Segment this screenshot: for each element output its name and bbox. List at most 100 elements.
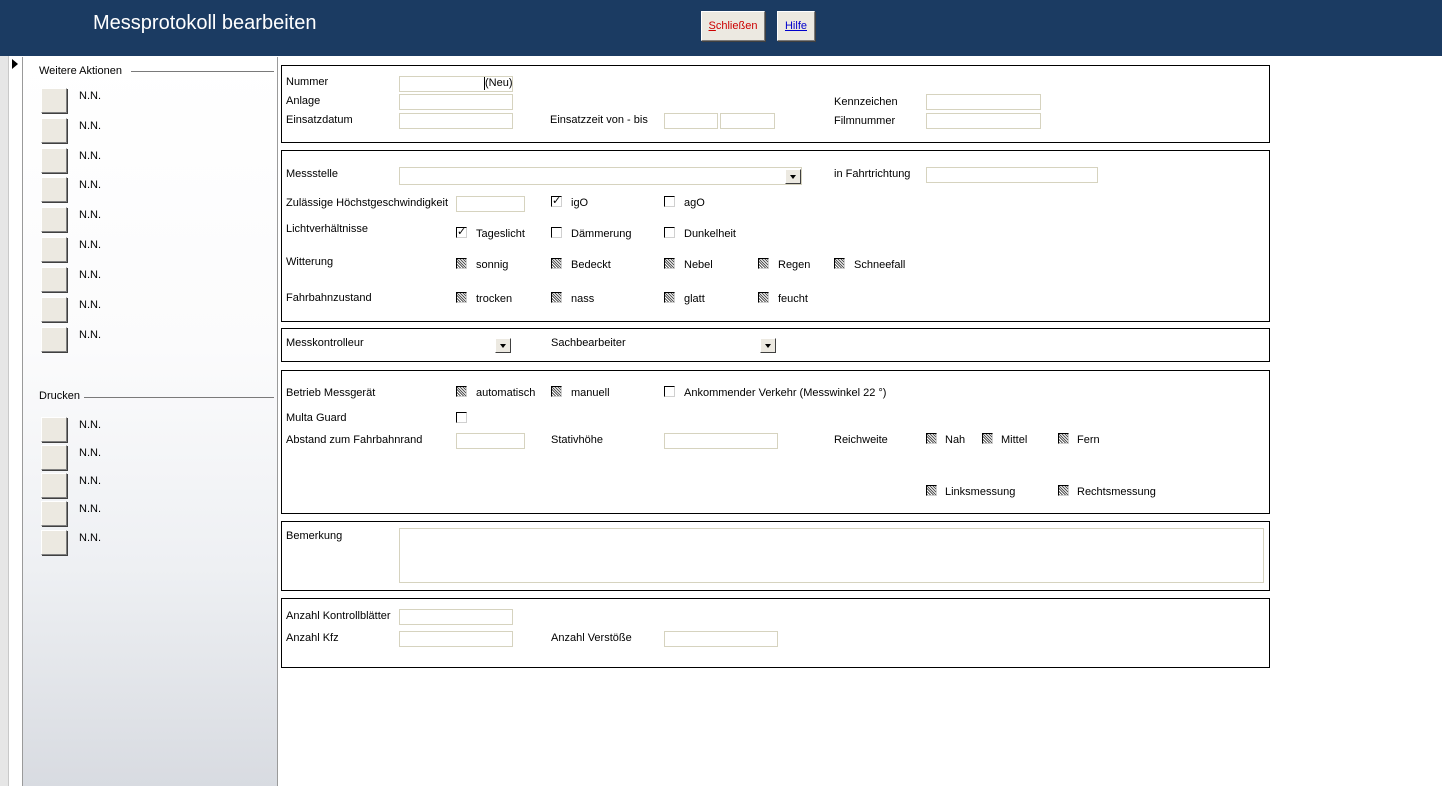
schneefall-checkbox[interactable] [834, 258, 845, 269]
aktion-button-8[interactable] [41, 297, 67, 322]
daemmerung-label: Dämmerung [571, 228, 632, 240]
kfz-field[interactable] [399, 631, 513, 647]
feucht-label: feucht [778, 293, 808, 305]
drucken-button-4[interactable] [41, 501, 67, 526]
ago-label: agO [684, 197, 705, 209]
filmnummer-field[interactable] [926, 113, 1041, 129]
trocken-checkbox[interactable] [456, 292, 467, 303]
mittel-checkbox[interactable] [982, 433, 993, 444]
bedeckt-checkbox[interactable] [551, 258, 562, 269]
aktion-label-8: N.N. [79, 299, 101, 311]
bemerkung-textarea[interactable] [399, 528, 1264, 583]
fern-checkbox[interactable] [1058, 433, 1069, 444]
drucken-button-2[interactable] [41, 445, 67, 470]
nah-checkbox[interactable] [926, 433, 937, 444]
igo-checkbox[interactable] [551, 194, 562, 207]
drucken-label-4: N.N. [79, 503, 101, 515]
schneefall-label: Schneefall [854, 259, 906, 271]
aktion-label-9: N.N. [79, 329, 101, 341]
drucken-label-3: N.N. [79, 475, 101, 487]
sonnig-label: sonnig [476, 259, 509, 271]
tageslicht-label: Tageslicht [476, 228, 525, 240]
aktion-button-2[interactable] [41, 118, 67, 143]
nass-checkbox[interactable] [551, 292, 562, 303]
manuell-label: manuell [571, 387, 610, 399]
hoechstgeschw-label: Zulässige Höchstgeschwindigkeit [286, 197, 449, 209]
rechtsmessung-checkbox[interactable] [1058, 485, 1069, 496]
messstelle-dropdown-icon[interactable] [785, 169, 801, 184]
filmnummer-label: Filmnummer [834, 115, 896, 127]
weitere-aktionen-divider [131, 71, 274, 72]
drucken-label-1: N.N. [79, 419, 101, 431]
aktion-button-4[interactable] [41, 177, 67, 202]
personal-panel: Messkontrolleur Sachbearbeiter [281, 328, 1270, 362]
feucht-checkbox[interactable] [758, 292, 769, 303]
kfz-label: Anzahl Kfz [286, 632, 339, 644]
anlage-field[interactable] [399, 94, 513, 110]
trocken-label: trocken [476, 293, 513, 305]
sonnig-checkbox[interactable] [456, 258, 467, 269]
stammdaten-panel: Nummer (Neu) Anlage Einsatzdatum Einsatz… [281, 65, 1270, 143]
aktion-label-1: N.N. [79, 90, 101, 102]
fahrtrichtung-field[interactable] [926, 167, 1098, 183]
ago-checkbox[interactable] [664, 196, 675, 207]
regen-checkbox[interactable] [758, 258, 769, 269]
aktion-button-6[interactable] [41, 237, 67, 262]
messkontrolleur-label: Messkontrolleur [286, 337, 364, 349]
drucken-divider [84, 397, 274, 398]
drucken-label-2: N.N. [79, 447, 101, 459]
abstand-field[interactable] [456, 433, 525, 449]
aktion-button-1[interactable] [41, 88, 67, 113]
record-selector-arrow-icon[interactable] [12, 59, 18, 69]
einsatzdatum-field[interactable] [399, 113, 513, 129]
drucken-button-5[interactable] [41, 530, 67, 555]
stativ-field[interactable] [664, 433, 778, 449]
ankommend-label: Ankommender Verkehr (Messwinkel 22 °) [684, 387, 887, 399]
nebel-checkbox[interactable] [664, 258, 675, 269]
drucken-button-3[interactable] [41, 473, 67, 498]
help-button[interactable]: Hilfe [777, 11, 815, 41]
aktion-button-5[interactable] [41, 207, 67, 232]
hoechstgeschw-field[interactable] [456, 196, 525, 212]
close-button-label: chließen [715, 20, 758, 32]
automatisch-label: automatisch [476, 387, 536, 399]
aktion-label-2: N.N. [79, 120, 101, 132]
automatisch-checkbox[interactable] [456, 386, 467, 397]
aktion-button-9[interactable] [41, 327, 67, 352]
kennzeichen-field[interactable] [926, 94, 1041, 110]
close-button[interactable]: Schließen [701, 11, 765, 41]
stativ-label: Stativhöhe [551, 434, 603, 446]
glatt-checkbox[interactable] [664, 292, 675, 303]
daemmerung-checkbox[interactable] [551, 227, 562, 238]
anlage-label: Anlage [286, 95, 321, 107]
messgeraet-panel: Betrieb Messgerät automatisch manuell An… [281, 370, 1270, 514]
kontrollblaetter-label: Anzahl Kontrollblätter [286, 610, 391, 622]
verstoesse-field[interactable] [664, 631, 778, 647]
kennzeichen-label: Kennzeichen [834, 96, 898, 108]
messkontrolleur-dropdown-icon[interactable] [495, 338, 511, 353]
rechtsmessung-label: Rechtsmessung [1077, 486, 1156, 498]
messstelle-combo[interactable] [399, 167, 802, 185]
betrieb-label: Betrieb Messgerät [286, 387, 376, 399]
einsatzzeit-bis-field[interactable] [720, 113, 775, 129]
tageslicht-checkbox[interactable] [456, 225, 467, 238]
einsatzzeit-von-field[interactable] [664, 113, 718, 129]
ankommend-checkbox[interactable] [664, 386, 675, 397]
aktion-button-7[interactable] [41, 267, 67, 292]
linksmessung-checkbox[interactable] [926, 485, 937, 496]
drucken-button-1[interactable] [41, 417, 67, 442]
kontrollblaetter-field[interactable] [399, 609, 513, 625]
multa-checkbox[interactable] [456, 412, 467, 423]
aktion-button-3[interactable] [41, 148, 67, 173]
nah-label: Nah [945, 434, 966, 446]
weitere-aktionen-title: Weitere Aktionen [39, 65, 122, 77]
fern-label: Fern [1077, 434, 1100, 446]
page-title: Messprotokoll bearbeiten [93, 12, 317, 34]
sachbearbeiter-dropdown-icon[interactable] [760, 338, 776, 353]
glatt-label: glatt [684, 293, 705, 305]
anzahl-panel: Anzahl Kontrollblätter Anzahl Kfz Anzahl… [281, 598, 1270, 668]
bemerkung-panel: Bemerkung [281, 521, 1270, 591]
manuell-checkbox[interactable] [551, 386, 562, 397]
bedeckt-label: Bedeckt [571, 259, 611, 271]
dunkelheit-checkbox[interactable] [664, 227, 675, 238]
